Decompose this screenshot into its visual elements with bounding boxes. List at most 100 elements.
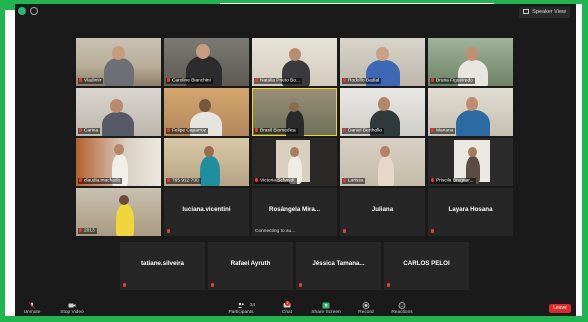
stop-video-button[interactable]: Stop Video — [55, 301, 89, 316]
muted-mic-icon — [255, 177, 258, 182]
participant-head — [112, 46, 125, 60]
record-button[interactable]: Record — [354, 301, 378, 316]
video-tile[interactable]: Priscila Brugnar... — [428, 138, 513, 186]
muted-mic-icon — [167, 177, 170, 182]
participant-figure — [200, 156, 220, 186]
participant-figure — [378, 156, 394, 186]
video-tile[interactable]: 765 912 700 — [164, 138, 249, 186]
participant-label: claudia.machado — [78, 177, 123, 184]
muted-mic-icon — [167, 77, 170, 82]
info-icon[interactable] — [30, 7, 38, 15]
participants-count: 34 — [250, 302, 256, 307]
video-tile[interactable]: Natalia Prieto Bo... — [252, 38, 337, 86]
speaker-view-button[interactable]: Speaker View — [519, 7, 570, 18]
participant-tile[interactable]: Rosângela Mira... Connecting to au... — [252, 188, 337, 236]
participant-figure — [102, 112, 134, 136]
participant-label: Rodolfo Badial — [342, 77, 382, 84]
participant-head — [290, 147, 299, 157]
muted-mic-icon — [343, 229, 346, 233]
video-tile[interactable]: claudia.machado — [76, 138, 161, 186]
muted-mic-icon — [167, 127, 170, 132]
muted-mic-icon — [431, 229, 434, 233]
participant-label: Caroline Bianchini — [166, 77, 213, 84]
participant-label: Mariana — [430, 127, 456, 134]
video-tile[interactable]: Vladimir — [76, 38, 161, 86]
participant-tile[interactable]: CARLOS PELOI — [384, 242, 469, 290]
participant-tile[interactable]: Rafael Ayruth — [208, 242, 293, 290]
participant-name: CARLOS PELOI — [403, 260, 450, 267]
muted-mic-icon — [387, 283, 390, 287]
participant-label: Daniel Berthollo — [342, 127, 384, 134]
participants-icon — [237, 302, 244, 308]
green-frame-right — [582, 0, 588, 322]
muted-mic-icon — [431, 127, 434, 132]
muted-mic-icon — [79, 127, 82, 132]
video-tile[interactable]: Bruna Figueiredo — [428, 38, 513, 86]
muted-mic-icon — [343, 177, 346, 182]
participant-name: Rosângela Mira... — [269, 206, 320, 213]
video-tile[interactable]: Daniel Berthollo — [340, 88, 425, 136]
participant-head — [380, 146, 390, 157]
top-bar: Speaker View — [15, 4, 576, 20]
muted-mic-icon — [431, 77, 434, 82]
participant-head — [199, 99, 211, 112]
participant-label: Larissa — [342, 177, 366, 184]
muted-mic-icon — [123, 283, 126, 287]
meeting-toolbar: Unmute Stop Video 34 Participants 2 Chat — [15, 301, 576, 316]
leave-button[interactable]: Leave — [549, 304, 571, 313]
participant-head — [204, 146, 214, 157]
participant-head — [466, 47, 478, 61]
muted-mic-icon — [211, 283, 214, 287]
speaker-view-label: Speaker View — [532, 9, 566, 15]
video-tile[interactable]: Rodolfo Badial — [340, 38, 425, 86]
connecting-status: Connecting to au... — [255, 229, 296, 234]
participant-label: 2013 — [78, 227, 97, 234]
participant-label: 765 912 700 — [166, 177, 201, 184]
participant-label: Brasil Biomedica — [254, 127, 298, 134]
shield-icon[interactable] — [18, 7, 26, 15]
video-tile[interactable]: Victoria Schmidt — [252, 138, 337, 186]
participant-label: Natalia Prieto Bo... — [254, 77, 302, 84]
muted-mic-icon — [79, 177, 82, 182]
participant-name: tatiane.silveira — [141, 260, 184, 267]
participant-head — [289, 102, 299, 112]
participant-label: Priscila Brugnar... — [430, 177, 476, 184]
participant-name: Jéssica Tamana... — [312, 260, 365, 267]
participant-head — [376, 47, 389, 61]
muted-mic-icon — [28, 302, 36, 309]
muted-mic-icon — [79, 77, 82, 82]
muted-mic-icon — [79, 227, 82, 232]
participant-name: Rafael Ayruth — [230, 260, 271, 267]
participant-tile[interactable]: Juliana — [340, 188, 425, 236]
participant-tile[interactable]: luciana.vicentini — [164, 188, 249, 236]
video-tile[interactable]: Caroline Bianchini — [164, 38, 249, 86]
video-tile-active-speaker[interactable]: Brasil Biomedica — [252, 88, 337, 136]
video-tile[interactable]: Mariana — [428, 88, 513, 136]
muted-mic-icon — [299, 283, 302, 287]
chat-button[interactable]: 2 Chat — [276, 301, 298, 316]
share-screen-button[interactable]: Share Screen — [309, 301, 343, 316]
participant-tile[interactable]: Layara Hosana — [428, 188, 513, 236]
participants-button[interactable]: 34 Participants — [224, 301, 258, 316]
muted-mic-icon — [255, 77, 258, 82]
participant-tile[interactable]: Jéssica Tamana... — [296, 242, 381, 290]
participant-head — [466, 97, 478, 111]
video-tile[interactable]: 2013 — [76, 188, 161, 236]
participant-label: Vladimir — [78, 77, 104, 84]
frame-gap-right — [576, 4, 582, 316]
muted-mic-icon — [255, 127, 258, 132]
participant-name: Layara Hosana — [448, 206, 493, 213]
video-tile[interactable]: Felipe Caparroz — [164, 88, 249, 136]
reactions-button[interactable]: Reactions — [388, 301, 416, 316]
video-tile[interactable]: Larissa — [340, 138, 425, 186]
frame-gap-left — [5, 10, 15, 316]
record-icon — [362, 302, 370, 309]
participant-head — [114, 144, 124, 155]
participant-tile[interactable]: tatiane.silveira — [120, 242, 205, 290]
video-tile[interactable]: Carina — [76, 88, 161, 136]
participant-label: Carina — [78, 127, 101, 134]
participant-head — [196, 44, 210, 59]
chat-badge: 2 — [285, 301, 290, 306]
share-screen-icon — [322, 302, 330, 309]
unmute-button[interactable]: Unmute — [19, 301, 45, 316]
